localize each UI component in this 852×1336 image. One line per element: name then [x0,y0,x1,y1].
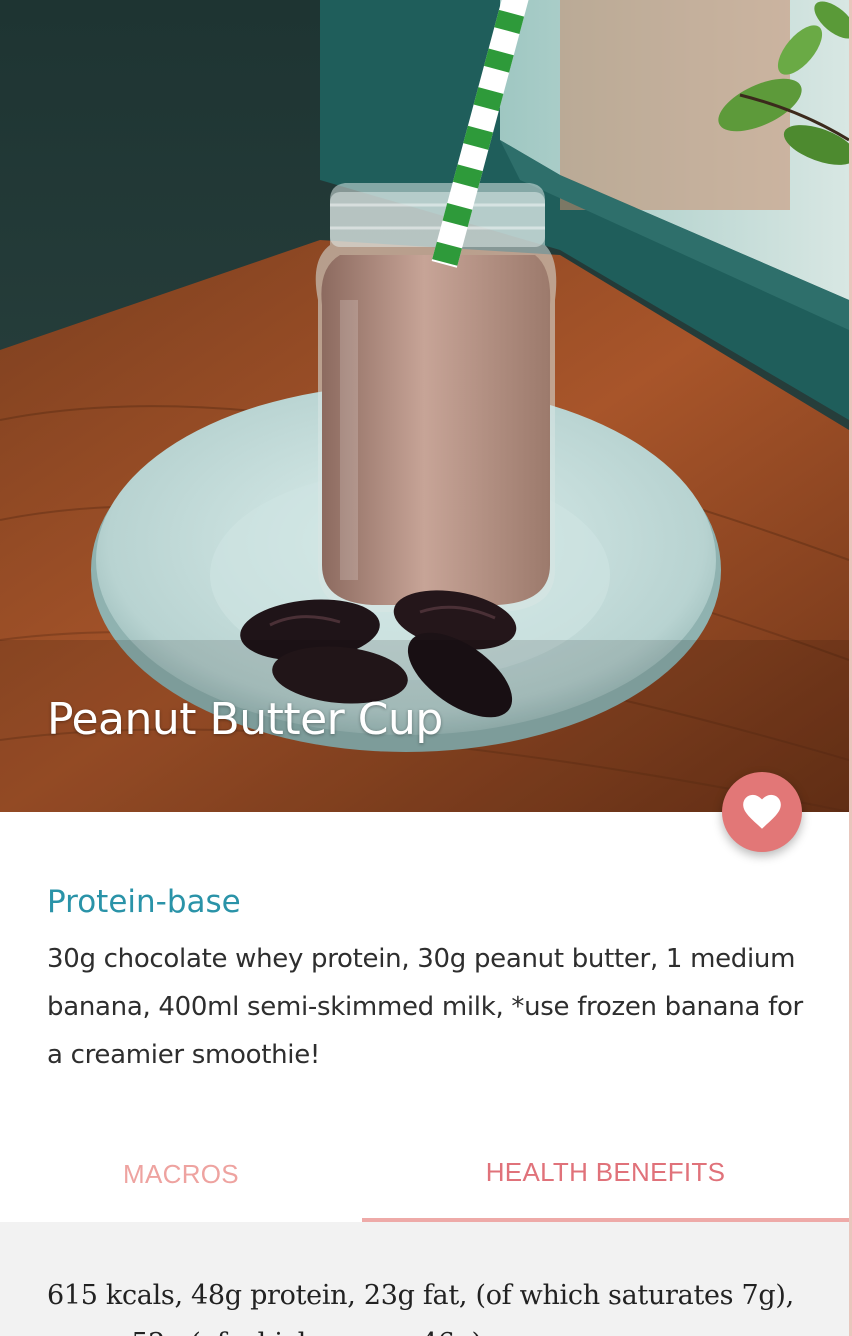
tab-macros[interactable]: MACROS [0,1130,362,1222]
heart-icon [743,794,781,829]
tab-bar: MACROS HEALTH BENEFITS [0,1130,849,1222]
recipe-category: Protein-base [47,884,241,920]
macros-text: 615 kcals, 48g protein, 23g fat, (of whi… [47,1280,794,1336]
tab-panel: 615 kcals, 48g protein, 23g fat, (of whi… [0,1222,849,1336]
favorite-button[interactable] [722,772,802,852]
recipe-card: Peanut Butter Cup Protein-base 30g choco… [0,0,852,1336]
hero-image: Peanut Butter Cup [0,0,849,812]
tab-health-benefits[interactable]: HEALTH BENEFITS [362,1130,849,1222]
recipe-title: Peanut Butter Cup [47,694,443,745]
ingredients-text: 30g chocolate whey protein, 30g peanut b… [47,944,803,1070]
